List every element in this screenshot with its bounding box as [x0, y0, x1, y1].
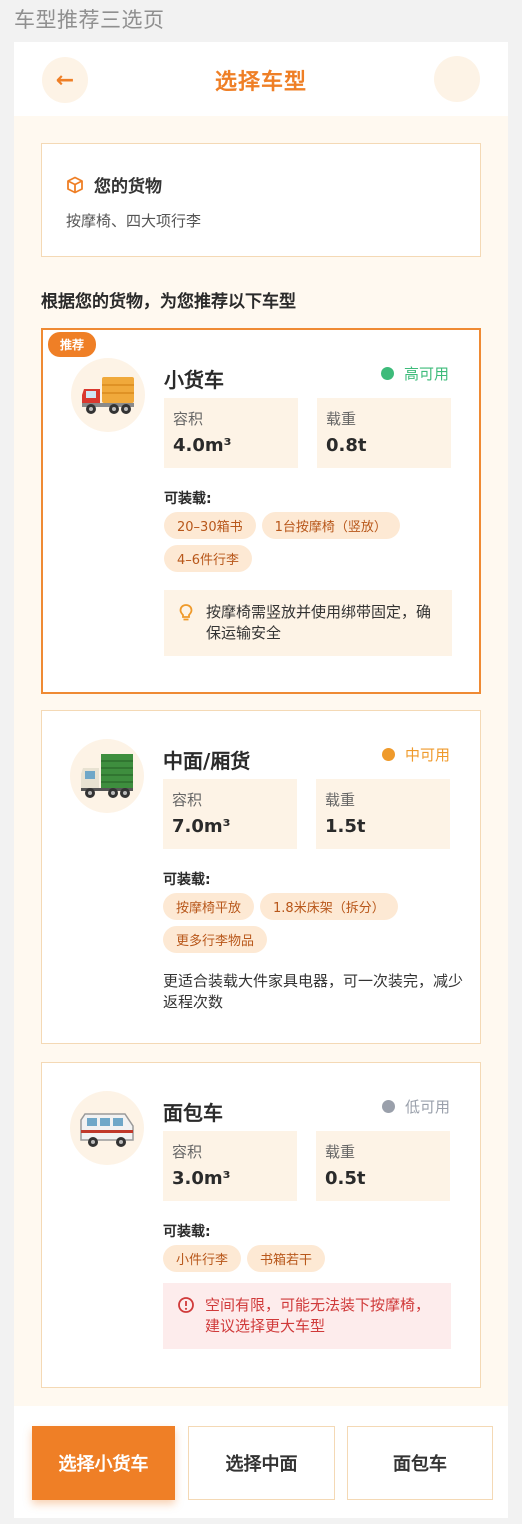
- lightbulb-icon: [179, 604, 193, 621]
- load-tag: 按摩椅平放: [163, 893, 255, 920]
- load-tag: 小件行李: [163, 1245, 242, 1272]
- volume-label: 容积: [172, 791, 203, 809]
- can-load-label: 可装载:: [164, 491, 212, 507]
- load-tags: 小件行李 书箱若干: [163, 1245, 463, 1278]
- box-icon: [67, 176, 83, 193]
- can-load-label: 可装载:: [163, 872, 211, 888]
- load-spec: 载重 1.5t: [316, 779, 450, 849]
- page-label: 车型推荐三选页: [14, 8, 165, 32]
- load-tag: 4–6件行李: [164, 545, 253, 572]
- load-label: 载重: [326, 410, 357, 428]
- volume-label: 容积: [172, 1143, 203, 1161]
- load-tag: 1.8米床架（拆分）: [260, 893, 398, 920]
- load-value: 1.5t: [325, 816, 366, 837]
- small-truck-icon: [71, 358, 145, 432]
- volume-spec: 容积 7.0m³: [163, 779, 297, 849]
- cargo-title: 您的货物: [94, 177, 162, 197]
- vehicle-name: 面包车: [163, 1101, 223, 1125]
- load-tag: 20–30箱书: [164, 512, 256, 539]
- warning-text: 空间有限，可能无法装下按摩椅，建议选择更大车型: [205, 1296, 431, 1335]
- volume-label: 容积: [173, 410, 204, 428]
- load-tag: 1台按摩椅（竖放）: [261, 512, 400, 539]
- header-right-button[interactable]: [434, 56, 480, 102]
- cargo-card: 您的货物 按摩椅、四大项行李: [41, 143, 481, 257]
- availability-label: 低可用: [404, 1098, 450, 1116]
- recommended-badge: 推荐: [48, 332, 97, 357]
- can-load-label: 可装载:: [163, 1224, 211, 1240]
- load-label: 载重: [325, 791, 356, 809]
- volume-spec: 容积 3.0m³: [163, 1131, 297, 1201]
- load-tag: 书箱若干: [247, 1245, 326, 1272]
- section-title: 根据您的货物，为您推荐以下车型: [41, 292, 296, 312]
- tip-box: 按摩椅需竖放并使用绑带固定，确保运输安全: [164, 590, 452, 656]
- volume-value: 3.0m³: [172, 1168, 231, 1189]
- minivan-icon: [70, 1091, 144, 1165]
- load-tags: 按摩椅平放 1.8米床架（拆分） 更多行李物品: [163, 893, 463, 959]
- header: ← 选择车型: [14, 42, 508, 116]
- availability-dot: [381, 1100, 395, 1113]
- volume-spec: 容积 4.0m³: [164, 398, 298, 468]
- load-spec: 载重 0.8t: [317, 398, 451, 468]
- alert-circle-icon: [178, 1297, 194, 1313]
- warning-box: 空间有限，可能无法装下按摩椅，建议选择更大车型: [163, 1283, 451, 1349]
- bottom-action-bar: 选择小货车 选择中面 面包车: [14, 1406, 508, 1518]
- phone-screen: ← 选择车型 您的货物 按摩椅、四大项行李 根据您的货物，为您推荐以下车型 推荐: [14, 42, 508, 1518]
- availability-status: 高可用: [380, 363, 449, 384]
- availability-status: 中可用: [381, 744, 450, 765]
- load-value: 0.5t: [325, 1168, 366, 1189]
- availability-label: 中可用: [404, 746, 450, 764]
- availability-label: 高可用: [403, 365, 449, 383]
- select-small-truck-button[interactable]: 选择小货车: [32, 1426, 175, 1500]
- availability-status: 低可用: [381, 1096, 450, 1117]
- select-minivan-button[interactable]: 面包车: [347, 1426, 493, 1500]
- availability-dot: [381, 748, 395, 761]
- vehicle-name: 中面/厢货: [163, 749, 251, 773]
- box-truck-icon: [70, 739, 144, 813]
- select-medium-van-button[interactable]: 选择中面: [188, 1426, 335, 1500]
- load-tag: 更多行李物品: [163, 926, 268, 953]
- tip-text: 按摩椅需竖放并使用绑带固定，确保运输安全: [206, 603, 432, 642]
- vehicle-card-medium-van[interactable]: 中面/厢货 中可用 容积 7.0m³ 载重 1.5t 可装载: 按摩椅平放 1.8…: [41, 710, 481, 1044]
- cargo-description: 按摩椅、四大项行李: [66, 212, 202, 230]
- availability-dot: [380, 367, 394, 380]
- vehicle-card-small-truck[interactable]: 推荐 小货车 高可用 容积 4.0m³ 载重 0.8t 可装载: 20–30箱书…: [41, 328, 481, 694]
- vehicle-note: 更适合装载大件家具电器，可一次装完，减少返程次数: [163, 972, 464, 1011]
- vehicle-name: 小货车: [164, 368, 224, 392]
- load-spec: 载重 0.5t: [316, 1131, 450, 1201]
- load-value: 0.8t: [326, 435, 367, 456]
- vehicle-card-minivan[interactable]: 面包车 低可用 容积 3.0m³ 载重 0.5t 可装载: 小件行李 书箱若干 空…: [41, 1062, 481, 1388]
- load-label: 载重: [325, 1143, 356, 1161]
- volume-value: 7.0m³: [172, 816, 231, 837]
- load-tags: 20–30箱书 1台按摩椅（竖放） 4–6件行李: [164, 512, 464, 578]
- volume-value: 4.0m³: [173, 435, 232, 456]
